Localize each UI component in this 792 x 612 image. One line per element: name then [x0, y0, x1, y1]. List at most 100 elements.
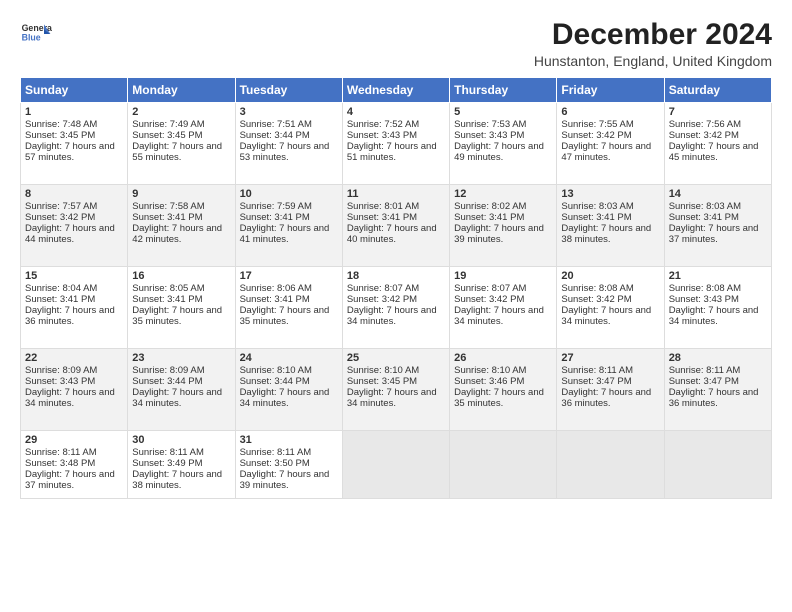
sunset: Sunset: 3:42 PM — [561, 294, 631, 305]
calendar-cell: 13Sunrise: 8:03 AMSunset: 3:41 PMDayligh… — [557, 185, 664, 267]
sunrise: Sunrise: 8:06 AM — [240, 283, 312, 294]
day-number: 23 — [132, 352, 230, 364]
weekday-header-saturday: Saturday — [664, 78, 771, 103]
calendar-cell: 30Sunrise: 8:11 AMSunset: 3:49 PMDayligh… — [128, 431, 235, 499]
day-number: 15 — [25, 270, 123, 282]
week-row-2: 8Sunrise: 7:57 AMSunset: 3:42 PMDaylight… — [21, 185, 772, 267]
calendar-cell: 15Sunrise: 8:04 AMSunset: 3:41 PMDayligh… — [21, 267, 128, 349]
daylight: Daylight: 7 hours and 34 minutes. — [454, 305, 544, 327]
daylight: Daylight: 7 hours and 34 minutes. — [347, 305, 437, 327]
daylight: Daylight: 7 hours and 51 minutes. — [347, 141, 437, 163]
sunrise: Sunrise: 8:01 AM — [347, 201, 419, 212]
sunrise: Sunrise: 8:11 AM — [25, 447, 97, 458]
sunrise: Sunrise: 7:58 AM — [132, 201, 204, 212]
daylight: Daylight: 7 hours and 41 minutes. — [240, 223, 330, 245]
day-number: 19 — [454, 270, 552, 282]
daylight: Daylight: 7 hours and 34 minutes. — [669, 305, 759, 327]
daylight: Daylight: 7 hours and 37 minutes. — [669, 223, 759, 245]
daylight: Daylight: 7 hours and 38 minutes. — [561, 223, 651, 245]
sunset: Sunset: 3:47 PM — [669, 376, 739, 387]
sunrise: Sunrise: 8:11 AM — [240, 447, 312, 458]
sunrise: Sunrise: 7:51 AM — [240, 119, 312, 130]
day-number: 7 — [669, 106, 767, 118]
calendar-cell: 27Sunrise: 8:11 AMSunset: 3:47 PMDayligh… — [557, 349, 664, 431]
daylight: Daylight: 7 hours and 35 minutes. — [132, 305, 222, 327]
sunrise: Sunrise: 8:11 AM — [669, 365, 741, 376]
weekday-header-tuesday: Tuesday — [235, 78, 342, 103]
week-row-3: 15Sunrise: 8:04 AMSunset: 3:41 PMDayligh… — [21, 267, 772, 349]
calendar-cell: 10Sunrise: 7:59 AMSunset: 3:41 PMDayligh… — [235, 185, 342, 267]
day-number: 22 — [25, 352, 123, 364]
sunrise: Sunrise: 8:07 AM — [454, 283, 526, 294]
daylight: Daylight: 7 hours and 53 minutes. — [240, 141, 330, 163]
weekday-header-wednesday: Wednesday — [342, 78, 449, 103]
calendar-cell: 31Sunrise: 8:11 AMSunset: 3:50 PMDayligh… — [235, 431, 342, 499]
calendar-cell: 26Sunrise: 8:10 AMSunset: 3:46 PMDayligh… — [450, 349, 557, 431]
day-number: 17 — [240, 270, 338, 282]
sunrise: Sunrise: 8:09 AM — [25, 365, 97, 376]
week-row-5: 29Sunrise: 8:11 AMSunset: 3:48 PMDayligh… — [21, 431, 772, 499]
week-row-4: 22Sunrise: 8:09 AMSunset: 3:43 PMDayligh… — [21, 349, 772, 431]
sunrise: Sunrise: 8:11 AM — [132, 447, 204, 458]
subtitle: Hunstanton, England, United Kingdom — [534, 53, 772, 69]
daylight: Daylight: 7 hours and 39 minutes. — [240, 469, 330, 491]
sunrise: Sunrise: 8:03 AM — [561, 201, 633, 212]
calendar-cell: 6Sunrise: 7:55 AMSunset: 3:42 PMDaylight… — [557, 103, 664, 185]
sunset: Sunset: 3:41 PM — [454, 212, 524, 223]
daylight: Daylight: 7 hours and 44 minutes. — [25, 223, 115, 245]
daylight: Daylight: 7 hours and 39 minutes. — [454, 223, 544, 245]
header: General Blue December 2024 Hunstanton, E… — [20, 18, 772, 69]
calendar-cell: 17Sunrise: 8:06 AMSunset: 3:41 PMDayligh… — [235, 267, 342, 349]
sunrise: Sunrise: 8:05 AM — [132, 283, 204, 294]
sunset: Sunset: 3:42 PM — [561, 130, 631, 141]
calendar-cell: 29Sunrise: 8:11 AMSunset: 3:48 PMDayligh… — [21, 431, 128, 499]
calendar-cell — [664, 431, 771, 499]
sunset: Sunset: 3:41 PM — [132, 294, 202, 305]
sunrise: Sunrise: 7:56 AM — [669, 119, 741, 130]
sunrise: Sunrise: 7:53 AM — [454, 119, 526, 130]
svg-text:Blue: Blue — [22, 32, 41, 42]
day-number: 28 — [669, 352, 767, 364]
title-block: December 2024 Hunstanton, England, Unite… — [534, 18, 772, 69]
day-number: 25 — [347, 352, 445, 364]
calendar-cell: 12Sunrise: 8:02 AMSunset: 3:41 PMDayligh… — [450, 185, 557, 267]
sunset: Sunset: 3:41 PM — [240, 212, 310, 223]
sunset: Sunset: 3:45 PM — [132, 130, 202, 141]
sunrise: Sunrise: 8:09 AM — [132, 365, 204, 376]
sunrise: Sunrise: 7:48 AM — [25, 119, 97, 130]
day-number: 26 — [454, 352, 552, 364]
daylight: Daylight: 7 hours and 42 minutes. — [132, 223, 222, 245]
sunset: Sunset: 3:41 PM — [347, 212, 417, 223]
sunset: Sunset: 3:41 PM — [669, 212, 739, 223]
sunset: Sunset: 3:44 PM — [240, 376, 310, 387]
daylight: Daylight: 7 hours and 35 minutes. — [240, 305, 330, 327]
calendar-cell: 24Sunrise: 8:10 AMSunset: 3:44 PMDayligh… — [235, 349, 342, 431]
sunrise: Sunrise: 8:08 AM — [669, 283, 741, 294]
sunrise: Sunrise: 8:10 AM — [240, 365, 312, 376]
calendar-cell: 14Sunrise: 8:03 AMSunset: 3:41 PMDayligh… — [664, 185, 771, 267]
calendar-cell: 23Sunrise: 8:09 AMSunset: 3:44 PMDayligh… — [128, 349, 235, 431]
sunrise: Sunrise: 7:52 AM — [347, 119, 419, 130]
daylight: Daylight: 7 hours and 45 minutes. — [669, 141, 759, 163]
sunset: Sunset: 3:43 PM — [669, 294, 739, 305]
weekday-header-friday: Friday — [557, 78, 664, 103]
calendar-cell: 4Sunrise: 7:52 AMSunset: 3:43 PMDaylight… — [342, 103, 449, 185]
day-number: 31 — [240, 434, 338, 446]
day-number: 12 — [454, 188, 552, 200]
logo: General Blue — [20, 18, 52, 50]
sunset: Sunset: 3:48 PM — [25, 458, 95, 469]
daylight: Daylight: 7 hours and 49 minutes. — [454, 141, 544, 163]
daylight: Daylight: 7 hours and 37 minutes. — [25, 469, 115, 491]
sunrise: Sunrise: 8:10 AM — [454, 365, 526, 376]
day-number: 30 — [132, 434, 230, 446]
sunset: Sunset: 3:45 PM — [347, 376, 417, 387]
calendar-cell: 21Sunrise: 8:08 AMSunset: 3:43 PMDayligh… — [664, 267, 771, 349]
daylight: Daylight: 7 hours and 57 minutes. — [25, 141, 115, 163]
daylight: Daylight: 7 hours and 36 minutes. — [561, 387, 651, 409]
sunset: Sunset: 3:47 PM — [561, 376, 631, 387]
calendar-cell: 28Sunrise: 8:11 AMSunset: 3:47 PMDayligh… — [664, 349, 771, 431]
sunrise: Sunrise: 8:08 AM — [561, 283, 633, 294]
day-number: 3 — [240, 106, 338, 118]
page: General Blue December 2024 Hunstanton, E… — [0, 0, 792, 612]
sunrise: Sunrise: 8:07 AM — [347, 283, 419, 294]
